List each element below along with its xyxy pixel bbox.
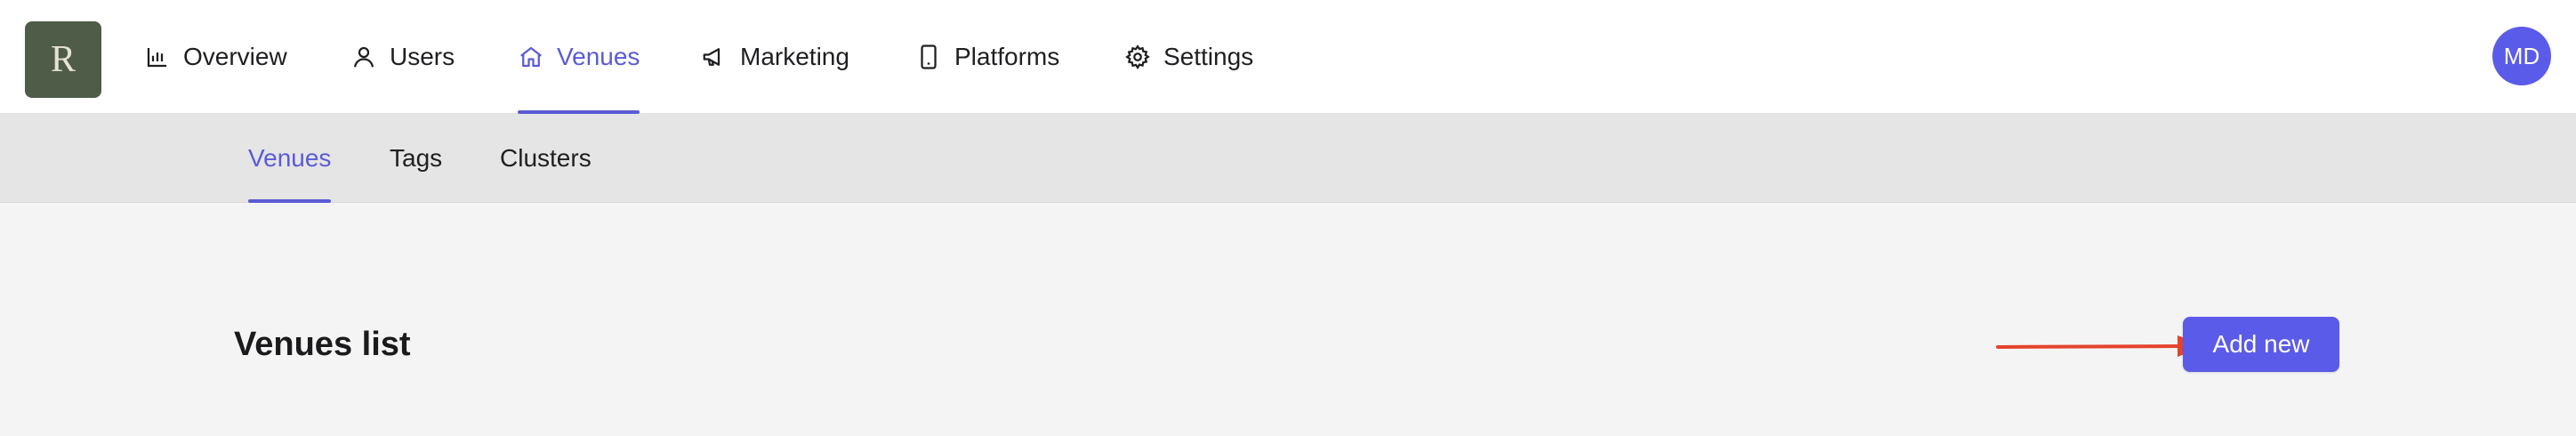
add-new-button[interactable]: Add new bbox=[2183, 317, 2339, 372]
subtab-tags[interactable]: Tags bbox=[390, 114, 442, 203]
nav-item-overview[interactable]: Overview bbox=[144, 0, 287, 114]
subtab-label: Venues bbox=[248, 144, 332, 172]
subtab-label: Clusters bbox=[500, 144, 592, 172]
subtab-clusters[interactable]: Clusters bbox=[500, 114, 592, 203]
nav-item-settings[interactable]: Settings bbox=[1124, 0, 1253, 114]
page-title: Venues list bbox=[234, 326, 411, 363]
subtab-label: Tags bbox=[390, 144, 443, 172]
app-logo[interactable]: R bbox=[25, 21, 101, 98]
mobile-phone-icon bbox=[921, 44, 937, 69]
nav-item-marketing[interactable]: Marketing bbox=[701, 0, 849, 114]
user-icon bbox=[353, 46, 374, 68]
user-avatar[interactable]: MD bbox=[2492, 27, 2551, 85]
subtab-venues[interactable]: Venues bbox=[248, 114, 332, 203]
nav-item-users[interactable]: Users bbox=[350, 0, 455, 114]
top-navigation-bar: R Overview Users Venues Marketing Platfo… bbox=[0, 0, 2576, 114]
nav-item-venues[interactable]: Venues bbox=[518, 0, 640, 114]
nav-label: Platforms bbox=[954, 43, 1060, 70]
sub-navigation-bar: Venues Tags Clusters bbox=[0, 114, 2576, 203]
avatar-initials: MD bbox=[2503, 42, 2540, 69]
home-icon bbox=[520, 46, 542, 68]
nav-label: Venues bbox=[557, 43, 640, 70]
logo-letter: R bbox=[50, 39, 76, 80]
nav-label: Users bbox=[390, 43, 455, 70]
nav-label: Overview bbox=[183, 43, 287, 70]
arrow-right-icon bbox=[1996, 335, 2206, 357]
gear-icon bbox=[1125, 44, 1150, 69]
nav-label: Settings bbox=[1163, 43, 1254, 70]
nav-label: Marketing bbox=[740, 43, 849, 70]
chart-bar-icon bbox=[147, 48, 166, 68]
nav-item-platforms[interactable]: Platforms bbox=[915, 0, 1059, 114]
megaphone-icon bbox=[703, 48, 720, 66]
